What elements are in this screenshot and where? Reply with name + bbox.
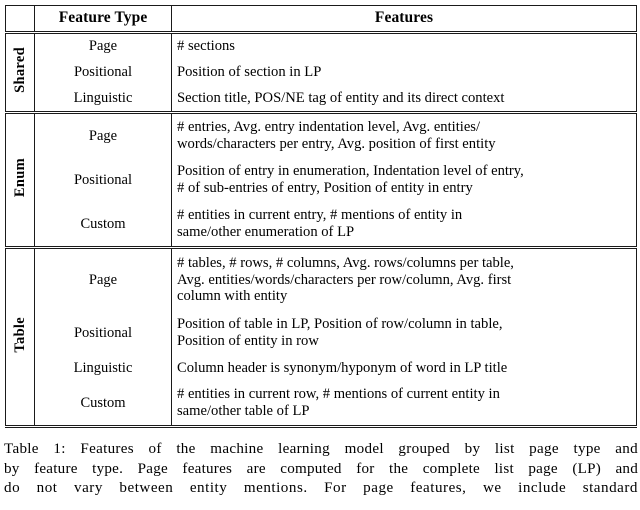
feature-type-cell: Custom <box>34 381 172 425</box>
group-label-text: Shared <box>11 47 28 93</box>
features-cell: # sections <box>171 31 637 59</box>
features-cell: Position of entry in enumeration, Indent… <box>177 163 524 196</box>
features-column-header: Features <box>171 5 637 33</box>
features-cell: # entries, Avg. entry indentation level,… <box>171 111 637 158</box>
table-body-table: Table Page # tables, # rows, # columns, … <box>5 246 637 425</box>
table-row: Shared Page # sections <box>5 31 637 113</box>
table-figure-page: Feature Type Features Shared Page # sect… <box>0 0 640 510</box>
feature-type-cell: Positional <box>34 311 172 355</box>
table-head: Feature Type Features <box>5 5 637 33</box>
table-row: Positional Position of section in LP <box>6 59 637 85</box>
table-header-row: Feature Type Features <box>5 5 637 33</box>
features-table-container: Feature Type Features Shared Page # sect… <box>5 5 637 425</box>
features-cell: Position of section in LP <box>177 63 322 80</box>
features-cell: Column header is synonym/hyponym of word… <box>177 359 508 376</box>
group-label-text: Table <box>11 316 28 353</box>
feature-type-cell: Linguistic <box>34 355 172 381</box>
table-row: Custom # entities in current entry, # me… <box>6 202 637 248</box>
features-cell: Position of table in LP, Position of row… <box>177 316 503 349</box>
feature-type-cell: Page <box>34 111 172 158</box>
feature-type-cell: Positional <box>34 158 172 202</box>
feature-type-cell: Custom <box>34 202 172 248</box>
table-bottom-rule <box>5 425 637 428</box>
group-column-header <box>5 5 35 33</box>
caption-line-3: do not vary between entity mentions. For… <box>4 480 638 497</box>
table-body-shared: Shared Page # sections Positional Positi… <box>5 31 637 113</box>
features-cell: # tables, # rows, # columns, Avg. rows/c… <box>171 246 637 311</box>
feature-type-column-header: Feature Type <box>34 5 172 33</box>
table-row: Custom # entities in current row, # ment… <box>6 381 637 425</box>
table-row: Linguistic Column header is synonym/hypo… <box>6 355 637 381</box>
table-caption: Table 1: Features of the machine learnin… <box>4 440 638 499</box>
table-body-enum: Enum Page # entries, Avg. entry indentat… <box>5 111 637 248</box>
feature-type-cell: Page <box>34 31 172 59</box>
group-label-shared: Shared <box>5 31 35 113</box>
table-row: Linguistic Section title, POS/NE tag of … <box>6 85 637 113</box>
table-row: Table Page # tables, # rows, # columns, … <box>5 246 637 425</box>
features-cell: # entities in current entry, # mentions … <box>177 207 463 240</box>
group-label-text: Enum <box>11 157 28 198</box>
feature-type-cell: Page <box>34 246 172 311</box>
caption-line-1: Table 1: Features of the machine learnin… <box>4 441 638 457</box>
table-row: Positional Position of table in LP, Posi… <box>6 311 637 355</box>
features-cell: # entities in current row, # mentions of… <box>177 386 500 419</box>
table-row: Positional Position of entry in enumerat… <box>6 158 637 202</box>
group-label-table: Table <box>5 246 35 425</box>
features-table: Feature Type Features Shared Page # sect… <box>5 5 637 425</box>
caption-line-2: by feature type. Page features are compu… <box>4 460 638 477</box>
feature-type-cell: Positional <box>34 59 172 85</box>
features-cell: Section title, POS/NE tag of entity and … <box>177 89 505 106</box>
feature-type-cell: Linguistic <box>34 85 172 113</box>
group-label-enum: Enum <box>5 111 35 248</box>
table-row: Enum Page # entries, Avg. entry indentat… <box>5 111 637 248</box>
